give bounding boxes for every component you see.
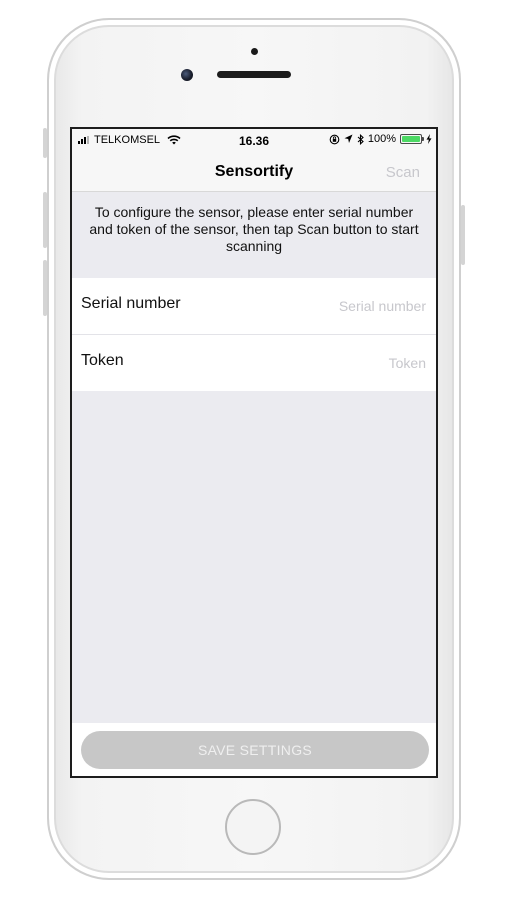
page-title: Sensortify	[214, 163, 294, 180]
charging-bolt-icon	[426, 134, 432, 144]
settings-form: Serial number Token	[72, 278, 436, 391]
footer: SAVE SETTINGS	[72, 723, 436, 776]
status-right: 100%	[329, 133, 432, 145]
navigation-bar: Sensortify Scan	[72, 151, 436, 192]
status-bar: TELKOMSEL 16.36 100%	[72, 129, 436, 151]
location-arrow-icon	[344, 134, 353, 143]
power-button	[461, 205, 465, 265]
scan-button[interactable]: Scan	[386, 164, 420, 181]
token-label: Token	[81, 352, 124, 369]
orientation-lock-icon	[329, 134, 340, 144]
screen: TELKOMSEL 16.36 100% Sensortify Scan To …	[70, 127, 438, 778]
save-settings-button[interactable]: SAVE SETTINGS	[81, 731, 429, 769]
instructions-text: To configure the sensor, please enter se…	[89, 204, 419, 254]
proximity-sensor	[251, 48, 258, 55]
battery-percent: 100%	[367, 133, 396, 145]
front-camera	[181, 69, 193, 81]
serial-number-input[interactable]	[224, 294, 428, 318]
serial-number-label: Serial number	[81, 295, 181, 312]
serial-number-row[interactable]: Serial number	[72, 278, 436, 335]
battery-fill	[402, 136, 420, 142]
earpiece-speaker	[217, 71, 291, 78]
battery-icon	[400, 134, 424, 144]
token-input[interactable]	[224, 351, 428, 375]
token-row[interactable]: Token	[72, 335, 436, 391]
home-button[interactable]	[225, 799, 281, 855]
bluetooth-icon	[357, 133, 364, 145]
